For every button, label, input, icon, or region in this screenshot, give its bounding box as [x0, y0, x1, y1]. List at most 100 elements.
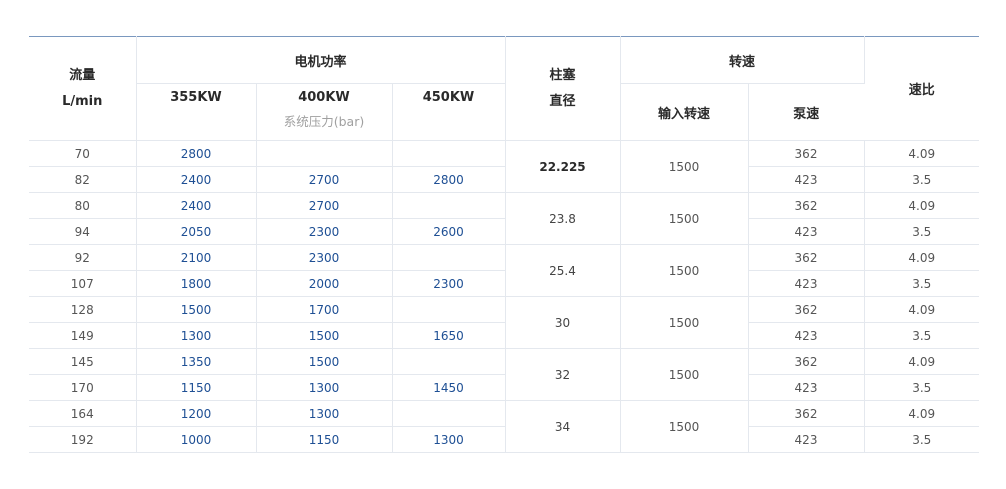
flow-cell: 70	[29, 140, 137, 167]
flow-cell: 145	[29, 348, 137, 375]
ratio-cell: 3.5	[864, 322, 980, 349]
pressure-355-cell: 2050	[136, 218, 257, 245]
flow-cell: 107	[29, 270, 137, 297]
plunger-diameter-cell: 34	[505, 400, 621, 453]
pressure-450-cell: 1450	[392, 374, 506, 401]
ratio-cell: 4.09	[864, 296, 980, 323]
pressure-450-cell: 2300	[392, 270, 506, 297]
ratio-cell: 3.5	[864, 218, 980, 245]
header-flow-unit: L/min	[62, 93, 103, 109]
plunger-diameter-cell: 25.4	[505, 244, 621, 297]
ratio-cell: 3.5	[864, 374, 980, 401]
pressure-400-cell: 1150	[256, 426, 393, 453]
pressure-355-cell: 2800	[136, 140, 257, 167]
pressure-355-cell: 1350	[136, 348, 257, 375]
ratio-cell: 3.5	[864, 270, 980, 297]
header-power-450-label: 450KW	[422, 90, 475, 105]
pressure-450-cell: 2600	[392, 218, 506, 245]
ratio-cell: 3.5	[864, 426, 980, 453]
header-plunger-diameter: 柱塞 直径	[505, 36, 621, 141]
pressure-450-cell	[392, 348, 506, 375]
table-row: 170 1150 1300 1450 423 3.5	[29, 374, 980, 401]
pump-speed-cell: 362	[748, 192, 865, 219]
table-row: 192 1000 1150 1300 423 3.5	[29, 426, 980, 453]
flow-cell: 128	[29, 296, 137, 323]
pressure-400-cell: 1500	[256, 322, 393, 349]
header-pump-speed: 泵速	[748, 83, 865, 141]
pressure-400-cell: 1300	[256, 400, 393, 427]
header-ratio: 速比	[864, 36, 980, 141]
input-speed-cell: 1500	[620, 140, 749, 193]
input-speed-cell: 1500	[620, 348, 749, 401]
table-row: 94 2050 2300 2600 423 3.5	[29, 218, 980, 245]
pressure-355-cell: 1800	[136, 270, 257, 297]
pressure-355-cell: 2100	[136, 244, 257, 271]
header-input-speed: 输入转速	[620, 83, 749, 141]
input-speed-cell: 1500	[620, 296, 749, 349]
ratio-cell: 4.09	[864, 140, 980, 167]
pressure-450-cell	[392, 296, 506, 323]
header-power-400: 400KW 系统压力(bar)	[256, 83, 393, 141]
pressure-400-cell: 2700	[256, 192, 393, 219]
flow-cell: 94	[29, 218, 137, 245]
flow-cell: 164	[29, 400, 137, 427]
pressure-400-cell: 1700	[256, 296, 393, 323]
flow-cell: 80	[29, 192, 137, 219]
pressure-450-cell	[392, 244, 506, 271]
pressure-450-cell: 1650	[392, 322, 506, 349]
header-pressure-note: 系统压力(bar)	[283, 114, 365, 129]
pressure-450-cell	[392, 400, 506, 427]
pressure-450-cell: 2800	[392, 166, 506, 193]
header-power-400-label: 400KW	[298, 90, 350, 105]
table-row: 149 1300 1500 1650 423 3.5	[29, 322, 980, 349]
table-row: 70 2800 22.225 1500 362 4.09	[29, 140, 980, 193]
header-motor-power: 电机功率	[136, 36, 506, 84]
input-speed-cell: 1500	[620, 192, 749, 245]
header-plunger-line2: 直径	[549, 93, 576, 109]
ratio-cell: 4.09	[864, 348, 980, 375]
pressure-400-cell: 1300	[256, 374, 393, 401]
pump-speed-cell: 362	[748, 348, 865, 375]
header-power-355-label: 355KW	[170, 90, 222, 105]
table-row: 145 1350 1500 32 1500 362 4.09	[29, 348, 980, 401]
table-row: 80 2400 2700 23.8 1500 362 4.09	[29, 192, 980, 245]
spec-table-container: 流量 L/min 电机功率 柱塞 直径 转速 速比 355KW 400KW 系统…	[29, 36, 980, 453]
pressure-400-cell: 2300	[256, 244, 393, 271]
table-row: 92 2100 2300 25.4 1500 362 4.09	[29, 244, 980, 297]
pump-speed-cell: 423	[748, 218, 865, 245]
flow-cell: 192	[29, 426, 137, 453]
pressure-355-cell: 1150	[136, 374, 257, 401]
pressure-450-cell	[392, 192, 506, 219]
ratio-cell: 3.5	[864, 166, 980, 193]
pressure-400-cell: 2000	[256, 270, 393, 297]
plunger-diameter-cell: 32	[505, 348, 621, 401]
pressure-400-cell: 2300	[256, 218, 393, 245]
pressure-400-cell: 2700	[256, 166, 393, 193]
header-flow-label: 流量	[69, 67, 96, 83]
flow-cell: 149	[29, 322, 137, 349]
ratio-cell: 4.09	[864, 192, 980, 219]
pump-speed-cell: 362	[748, 140, 865, 167]
input-speed-cell: 1500	[620, 244, 749, 297]
ratio-cell: 4.09	[864, 244, 980, 271]
pressure-450-cell: 1300	[392, 426, 506, 453]
pressure-355-cell: 1000	[136, 426, 257, 453]
pressure-355-cell: 1500	[136, 296, 257, 323]
pump-speed-cell: 423	[748, 166, 865, 193]
pump-speed-cell: 362	[748, 296, 865, 323]
flow-cell: 82	[29, 166, 137, 193]
table-row: 107 1800 2000 2300 423 3.5	[29, 270, 980, 297]
pump-speed-cell: 423	[748, 322, 865, 349]
table-row: 128 1500 1700 30 1500 362 4.09	[29, 296, 980, 349]
plunger-diameter-cell: 22.225	[505, 140, 621, 193]
pump-speed-cell: 423	[748, 270, 865, 297]
ratio-cell: 4.09	[864, 400, 980, 427]
header-power-355: 355KW	[136, 83, 257, 141]
pump-speed-cell: 423	[748, 426, 865, 453]
pressure-355-cell: 2400	[136, 192, 257, 219]
header-speed: 转速	[620, 36, 865, 84]
header-flow: 流量 L/min	[29, 36, 137, 141]
pressure-355-cell: 1300	[136, 322, 257, 349]
flow-cell: 170	[29, 374, 137, 401]
pressure-450-cell	[392, 140, 506, 167]
